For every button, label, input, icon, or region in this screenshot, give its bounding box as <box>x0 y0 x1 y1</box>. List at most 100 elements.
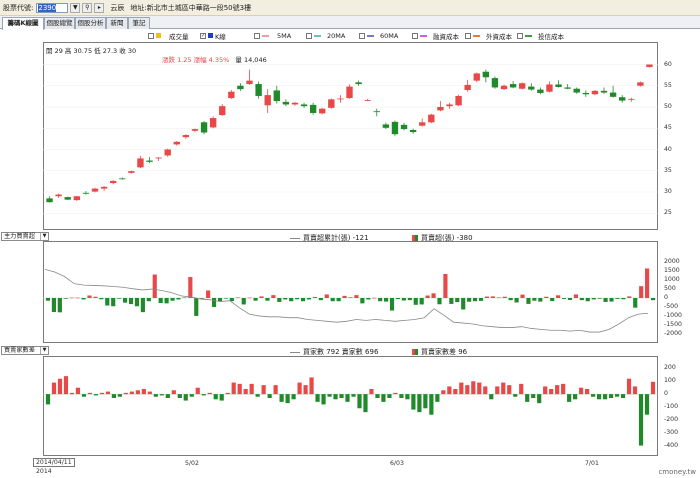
menu-arrow-icon[interactable]: ▸ <box>94 2 105 13</box>
broker-diff-bar <box>267 394 272 398</box>
broker-diff-bar <box>585 389 590 395</box>
candle-body <box>264 95 271 106</box>
main-force-bar <box>348 297 353 298</box>
legend-kline[interactable]: ✓ K線 <box>200 31 226 41</box>
broker-diff-bar <box>626 378 632 395</box>
broker-diff-bar <box>327 394 332 397</box>
broker-diff-bar <box>51 382 57 395</box>
candle-body <box>446 104 453 107</box>
dropdown-arrow-icon[interactable]: ▼ <box>70 2 81 13</box>
checkbox[interactable] <box>148 32 154 39</box>
watermark: cmoney.tw <box>658 468 696 476</box>
checkbox[interactable] <box>254 32 260 39</box>
candle-body <box>628 98 635 100</box>
legend-foreign-cost[interactable]: 外資成本 <box>465 31 512 41</box>
checkbox[interactable] <box>306 32 312 39</box>
broker-diff-bar <box>489 394 494 400</box>
legend-20ma[interactable]: 20MA <box>306 31 345 40</box>
broker-diff-bar <box>81 394 87 397</box>
broker-diff-bar <box>339 394 344 398</box>
main-force-bar <box>128 298 134 305</box>
main-force-axis-tick-label: 0 <box>664 294 668 301</box>
broker-diff-bar <box>45 394 51 405</box>
checkbox[interactable] <box>412 32 418 39</box>
broker-diff-bar <box>75 387 81 395</box>
main-force-bar <box>532 298 537 301</box>
broker-diff-bar <box>561 383 566 395</box>
broker-diff-bar <box>537 394 542 404</box>
candle-body <box>137 158 144 168</box>
broker-diff-selector[interactable]: 買賣家數差 ▼ <box>1 346 49 355</box>
candle-body <box>373 111 380 113</box>
main-force-bar <box>51 298 56 312</box>
main-force-bar <box>360 298 365 304</box>
main-force-bar <box>520 294 525 298</box>
broker-diff-bar <box>315 394 320 402</box>
main-force-bar <box>164 298 169 304</box>
candle-body <box>637 82 644 86</box>
tab-overview[interactable]: 個股總覽 <box>44 17 75 29</box>
main-force-bar <box>63 298 68 299</box>
legend-60ma[interactable]: 60MA <box>359 31 398 40</box>
broker-diff-axis-tick-label: -300 <box>664 428 679 436</box>
candle-body <box>546 84 553 92</box>
main-force-bar <box>633 298 638 308</box>
tab-notes[interactable]: 筆記 <box>128 17 150 29</box>
broker-diff-bar <box>345 394 350 402</box>
candle-body <box>155 157 162 159</box>
chevron-down-icon[interactable]: ▼ <box>40 233 48 240</box>
broker-diff-bar <box>477 382 482 395</box>
broker-diff-bar <box>411 394 416 410</box>
candle-body <box>219 106 226 116</box>
broker-diff-bar <box>183 394 188 401</box>
broker-diff-bar <box>225 392 230 395</box>
checkbox-checked[interactable]: ✓ <box>200 32 206 39</box>
legend-volume[interactable]: 成交量 <box>148 31 189 41</box>
checkbox[interactable] <box>359 32 365 39</box>
main-force-bar <box>401 298 406 301</box>
stock-code-input[interactable]: 2390 <box>36 2 69 13</box>
checkbox[interactable] <box>465 32 471 39</box>
legend-margin-cost[interactable]: 融資成本 <box>412 31 459 41</box>
broker-diff-bar <box>393 392 398 395</box>
candle-body <box>528 86 535 90</box>
search-icon[interactable]: ⚲ <box>82 2 93 13</box>
candle-body <box>455 95 462 106</box>
legend-trust-cost[interactable]: 投信成本 <box>517 31 564 41</box>
candle-body <box>237 85 244 90</box>
candle-body <box>564 87 571 89</box>
broker-diff-bar <box>171 390 176 395</box>
checkbox[interactable] <box>517 32 523 39</box>
tab-chip-kline[interactable]: 籌碼K線圖 <box>2 17 44 30</box>
main-force-bar <box>194 298 199 316</box>
main-force-bar <box>277 298 282 302</box>
main-force-axis-tick-label: -1500 <box>664 320 682 328</box>
main-force-axis-tick-label: 1000 <box>664 276 680 284</box>
chevron-down-icon[interactable]: ▼ <box>40 347 48 354</box>
candle-body <box>273 90 280 102</box>
main-force-bar <box>235 297 240 299</box>
candle-body <box>319 108 326 114</box>
broker-diff-axis-tick-label: 0 <box>664 390 668 398</box>
main-force-selector[interactable]: 主力買賣超 ▼ <box>1 232 49 241</box>
tab-analysis[interactable]: 個股分析 <box>75 17 106 29</box>
broker-diff-bar <box>93 394 99 396</box>
candle-body <box>500 85 508 90</box>
main-force-bar <box>597 298 602 299</box>
broker-diff-bar <box>87 392 93 395</box>
main-force-bar <box>650 298 656 301</box>
main-force-bar <box>372 297 377 299</box>
main-force-bar <box>609 298 614 302</box>
broker-diff-bar <box>285 394 290 404</box>
main-force-bar <box>437 298 442 305</box>
legend-5ma[interactable]: 5MA <box>254 31 291 40</box>
broker-diff-bar <box>429 394 434 415</box>
broker-diff-bar <box>602 394 608 400</box>
main-force-bar <box>342 295 347 298</box>
main-force-bar <box>627 296 632 298</box>
broker-diff-bar <box>632 386 638 395</box>
broker-diff-bar <box>255 394 260 397</box>
date-cursor-label: 2014/04/11 <box>33 458 75 467</box>
tab-news[interactable]: 新聞 <box>106 17 128 29</box>
broker-diff-axis-tick-label: -200 <box>664 415 679 423</box>
